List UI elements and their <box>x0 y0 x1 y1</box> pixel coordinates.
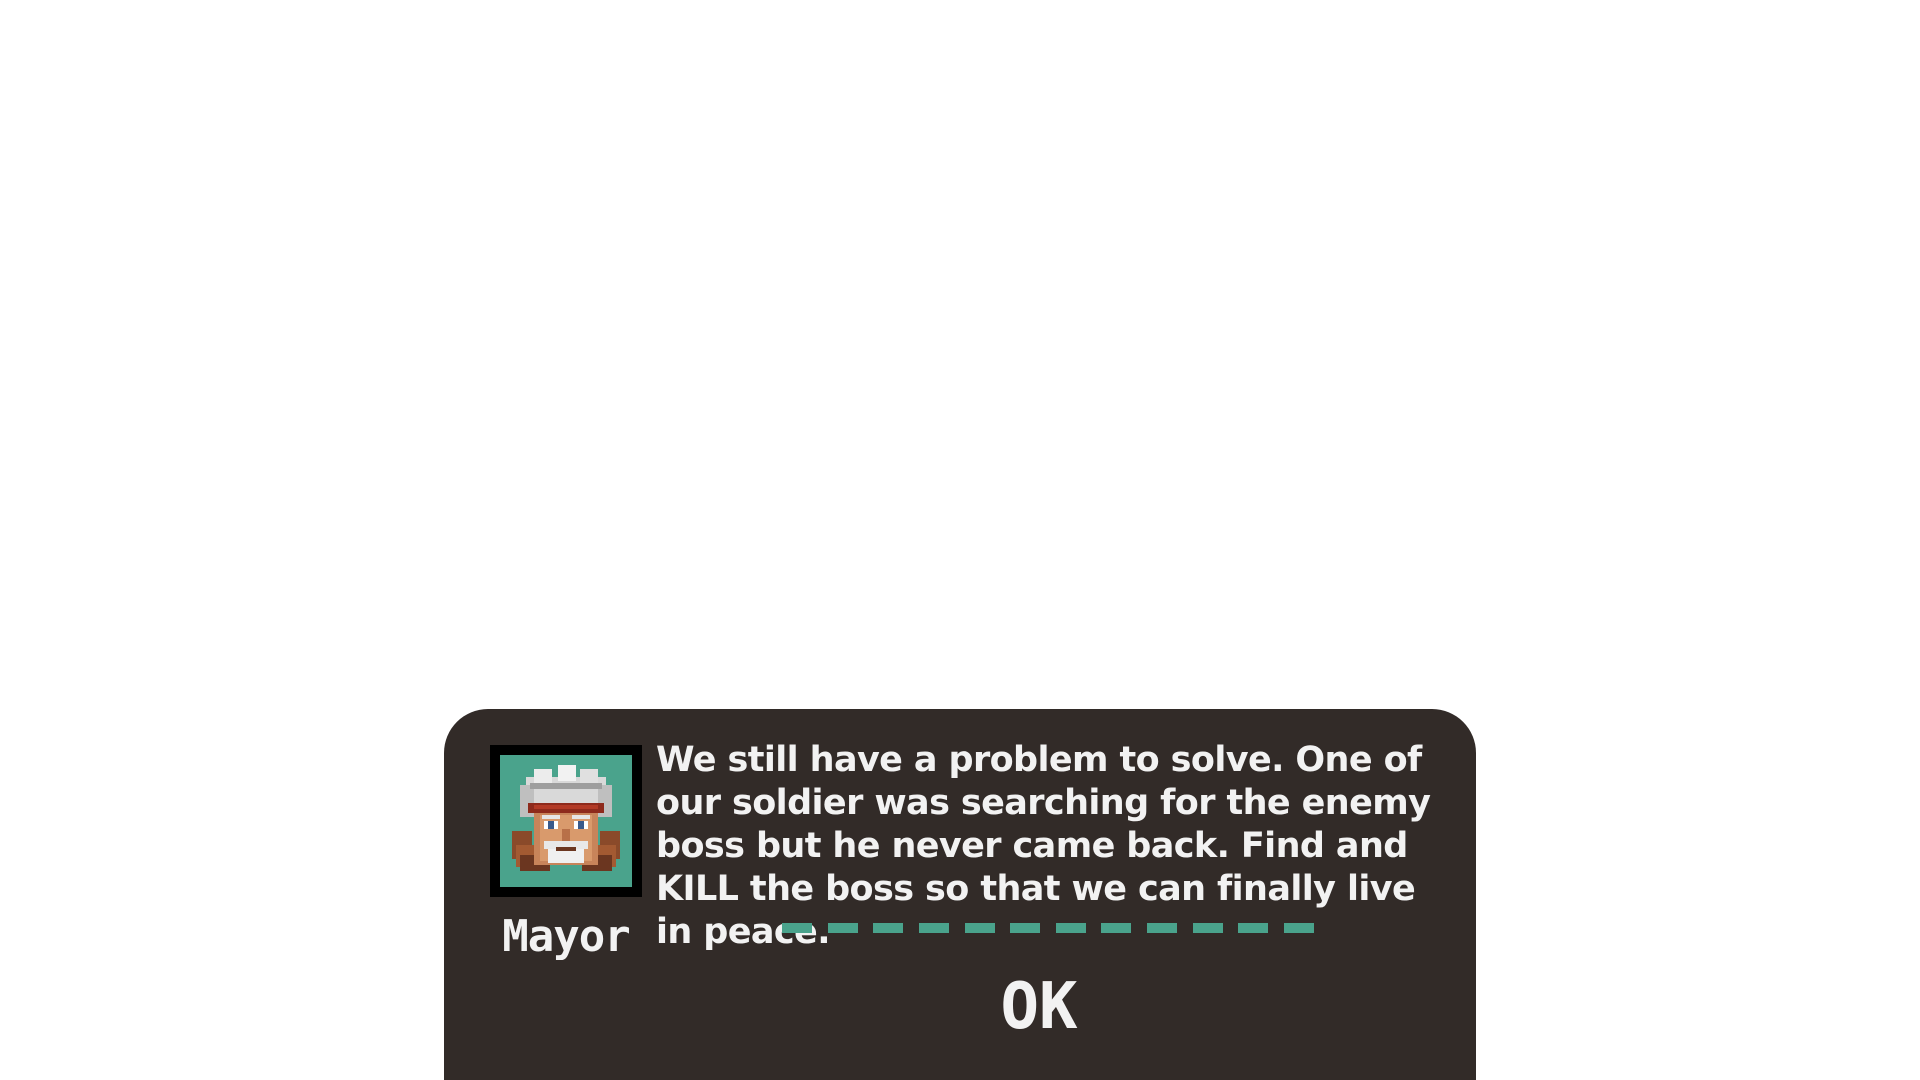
dialog-box: Mayor We still have a problem to solve. … <box>444 709 1476 1080</box>
portrait-frame <box>490 745 642 897</box>
game-screen: Mayor We still have a problem to solve. … <box>0 0 1920 1080</box>
mayor-portrait-icon <box>500 755 632 887</box>
speaker-name: Mayor <box>502 911 630 962</box>
mayor-face-icon <box>512 765 620 871</box>
ok-button[interactable]: OK <box>964 967 1114 1047</box>
dialog-divider <box>782 923 1314 933</box>
dialog-message: We still have a problem to solve. One of… <box>656 740 1431 952</box>
